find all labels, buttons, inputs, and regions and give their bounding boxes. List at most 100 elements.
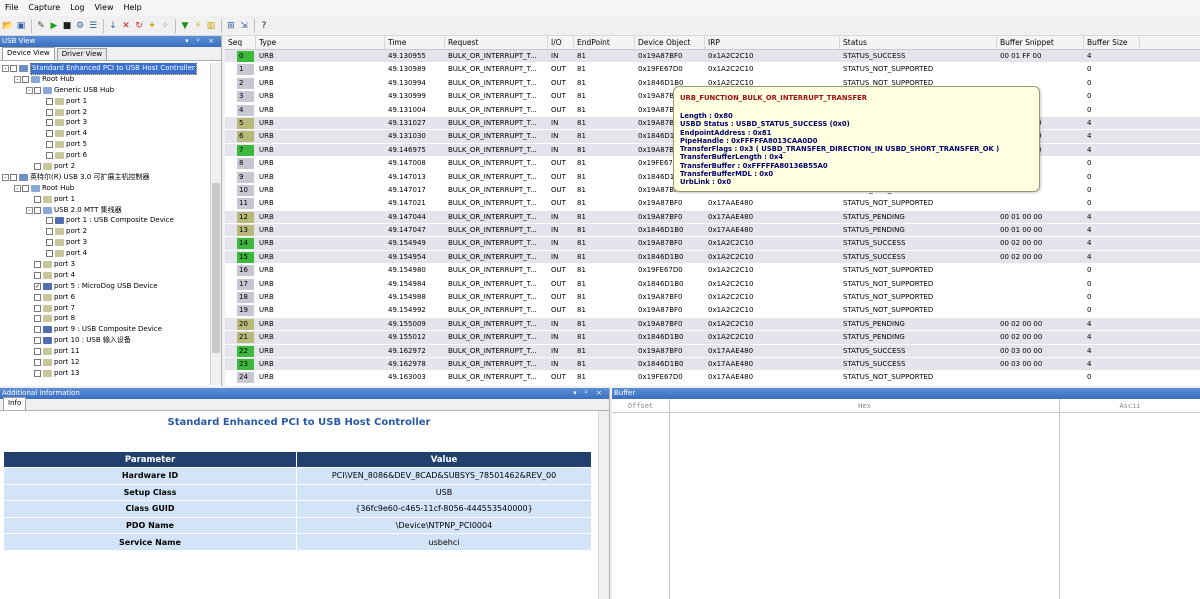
tree-node-label[interactable]: port 4	[66, 248, 87, 259]
tools-icon[interactable]: ✧	[159, 19, 171, 33]
table-row[interactable]: 15 URB 49.154954 BULK_OR_INTERRUPT_T... IN 81…	[225, 250, 1200, 265]
tree-node-label[interactable]: port 13	[54, 368, 79, 379]
tree-node-checkbox[interactable]	[34, 293, 41, 301]
tree-node-label[interactable]: port 9 : USB Composite Device	[54, 324, 162, 335]
tree-node-label[interactable]: port 7	[54, 303, 75, 314]
tree-node[interactable]: - Standard Enhanced PCI to USB Host Contr…	[0, 63, 211, 75]
table-row[interactable]: 12 URB 49.147044 BULK_OR_INTERRUPT_T... IN 81…	[225, 210, 1200, 225]
tree-node-label[interactable]: port 1	[54, 194, 75, 205]
tree-node[interactable]: port 11	[0, 346, 211, 357]
tree-node-label[interactable]: Generic USB Hub	[54, 85, 114, 96]
column-header-type[interactable]: Type	[256, 36, 385, 49]
tree-node-label[interactable]: port 8	[54, 313, 75, 324]
tree-node[interactable]: - 英特尔(R) USB 3.0 可扩展主机控制器	[0, 172, 211, 183]
column-header-time[interactable]: Time	[385, 36, 445, 49]
tree-node[interactable]: port 7	[0, 303, 211, 314]
tree-node-checkbox[interactable]	[22, 184, 29, 192]
tree-node-label[interactable]: port 3	[66, 117, 87, 128]
tree-node[interactable]: port 2	[0, 161, 211, 172]
open-icon[interactable]: 📂	[2, 19, 14, 33]
tree-node-checkbox[interactable]	[34, 206, 41, 214]
edit-icon[interactable]: ✎	[35, 19, 47, 33]
tree-node[interactable]: port 13	[0, 368, 211, 379]
tree-node[interactable]: port 6	[0, 292, 211, 303]
table-row[interactable]: 18 URB 49.154988 BULK_OR_INTERRUPT_T... OUT 8…	[225, 291, 1200, 305]
tree-node-label[interactable]: port 5	[66, 139, 87, 150]
tree-node[interactable]: port 5	[0, 139, 211, 150]
tree-expander-icon[interactable]: -	[2, 64, 9, 72]
tree-scrollbar-thumb[interactable]	[212, 183, 220, 353]
tree-expander-icon[interactable]: -	[2, 173, 9, 181]
table-row[interactable]: 1 URB 49.130989 BULK_OR_INTERRUPT_T... OUT 81…	[225, 63, 1200, 77]
table-row[interactable]: 0 URB 49.130955 BULK_OR_INTERRUPT_T... IN 81 0…	[225, 50, 1200, 64]
start-capture-icon[interactable]: ▶	[48, 19, 60, 33]
tree-node-label[interactable]: port 2	[54, 161, 75, 172]
column-header-buffer-snippet[interactable]: Buffer Snippet	[997, 36, 1084, 49]
tree-node-checkbox[interactable]	[46, 141, 53, 149]
tree-node[interactable]: port 1	[0, 96, 211, 107]
menu-view[interactable]: View	[90, 0, 119, 16]
column-header-device-object[interactable]: Device Object	[635, 36, 705, 49]
column-header-request[interactable]: Request	[445, 36, 548, 49]
tree-node[interactable]: port 1	[0, 194, 211, 205]
tree-node-label[interactable]: USB 2.0 MTT 集线器	[54, 205, 122, 216]
usb-tree-icon[interactable]: ⊞	[225, 19, 237, 33]
tree-node-checkbox[interactable]	[46, 97, 53, 105]
tree-node[interactable]: port 12	[0, 357, 211, 368]
tree-node[interactable]: port 8	[0, 313, 211, 324]
filter-icon[interactable]: ▼	[179, 19, 191, 33]
tree-node[interactable]: port 3	[0, 237, 211, 248]
tree-node-checkbox[interactable]	[46, 152, 53, 160]
additional-info-panel-controls[interactable]: ▾ ᵖ ×	[573, 388, 609, 399]
tree-node-checkbox[interactable]	[34, 337, 41, 345]
tree-node-label[interactable]: port 12	[54, 357, 79, 368]
tree-node[interactable]: port 2	[0, 226, 211, 237]
column-header-endpoint[interactable]: EndPoint	[574, 36, 635, 49]
table-row[interactable]: 17 URB 49.154984 BULK_OR_INTERRUPT_T... OUT 8…	[225, 278, 1200, 292]
menu-capture[interactable]: Capture	[23, 0, 65, 16]
options-icon[interactable]: ⚙	[74, 19, 86, 33]
menu-file[interactable]: File	[0, 0, 23, 16]
tree-node-checkbox[interactable]	[46, 130, 53, 138]
tree-node[interactable]: port 10 : USB 输入设备	[0, 335, 211, 346]
tree-expander-icon[interactable]: -	[26, 206, 33, 214]
tree-node[interactable]: port 2	[0, 107, 211, 118]
table-row[interactable]: 19 URB 49.154992 BULK_OR_INTERRUPT_T... OUT 8…	[225, 304, 1200, 318]
tree-node[interactable]: port 1 : USB Composite Device	[0, 215, 211, 226]
tree-node-label[interactable]: Root Hub	[42, 74, 74, 85]
tree-node[interactable]: ✓ port 5 : MicroDog USB Device	[0, 281, 211, 292]
help-icon[interactable]: ?	[258, 19, 270, 33]
tree-node-checkbox[interactable]	[34, 358, 41, 366]
tab-driver-view[interactable]: Driver View	[56, 48, 108, 60]
tree-node-checkbox[interactable]	[46, 250, 53, 258]
column-header-status[interactable]: Status	[840, 36, 997, 49]
tab-device-view[interactable]: Device View	[2, 47, 55, 60]
tree-node-checkbox[interactable]	[34, 348, 41, 356]
tree-node-label[interactable]: 英特尔(R) USB 3.0 可扩展主机控制器	[30, 172, 150, 183]
tree-node[interactable]: - USB 2.0 MTT 集线器	[0, 205, 211, 216]
tree-node[interactable]: port 6	[0, 150, 211, 161]
clear-icon[interactable]: ✕	[120, 19, 132, 33]
tree-node-checkbox[interactable]	[46, 239, 53, 247]
highlight-icon[interactable]: ✦	[146, 19, 158, 33]
table-row[interactable]: 21 URB 49.155012 BULK_OR_INTERRUPT_T... IN 81…	[225, 331, 1200, 345]
table-row[interactable]: 22 URB 49.162972 BULK_OR_INTERRUPT_T... IN 81…	[225, 344, 1200, 358]
tree-node-checkbox[interactable]	[34, 271, 41, 279]
tree-node-label[interactable]: port 11	[54, 346, 79, 357]
save-icon[interactable]: ▣	[15, 19, 27, 33]
tree-node-checkbox[interactable]	[34, 162, 41, 170]
tree-node-checkbox[interactable]	[10, 64, 17, 72]
tree-node-checkbox[interactable]: ✓	[34, 282, 41, 290]
tree-node-label[interactable]: Root Hub	[42, 183, 74, 194]
tree-node-checkbox[interactable]	[22, 75, 29, 83]
table-row[interactable]: 13 URB 49.147047 BULK_OR_INTERRUPT_T... IN 81…	[225, 224, 1200, 238]
tree-node-label[interactable]: port 6	[66, 150, 87, 161]
tree-node-checkbox[interactable]	[46, 108, 53, 116]
tree-node-checkbox[interactable]	[46, 119, 53, 127]
table-row[interactable]: 16 URB 49.154980 BULK_OR_INTERRUPT_T... OUT 8…	[225, 264, 1200, 278]
tree-node-label[interactable]: port 4	[54, 270, 75, 281]
menu-log[interactable]: Log	[65, 0, 89, 16]
tree-node-label[interactable]: port 1 : USB Composite Device	[66, 215, 174, 226]
tree-node-label[interactable]: port 3	[54, 259, 75, 270]
table-row[interactable]: 24 URB 49.163003 BULK_OR_INTERRUPT_T... OUT 8…	[225, 371, 1200, 385]
